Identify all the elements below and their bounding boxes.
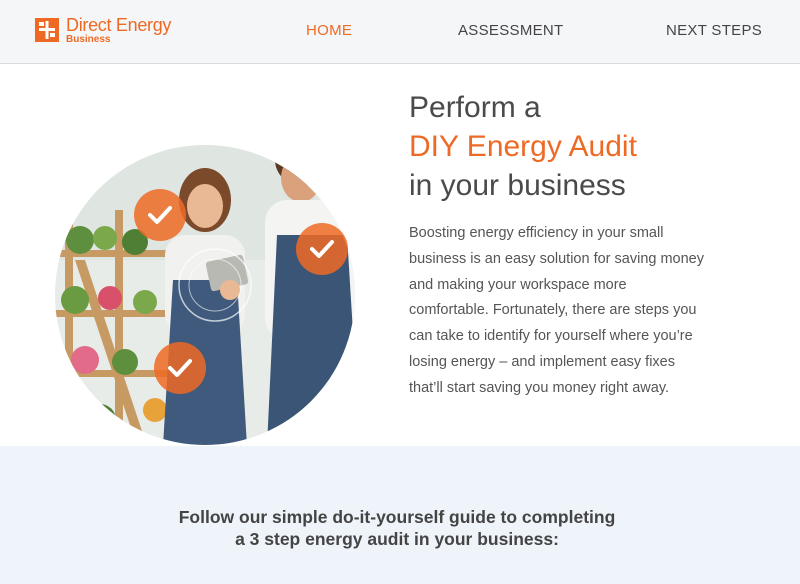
guide-heading: Follow our simple do-it-yourself guide t…: [0, 506, 794, 550]
hero-title-line3: in your business: [409, 169, 626, 202]
direct-energy-logo-icon: [35, 18, 59, 42]
logo[interactable]: Direct Energy Business: [35, 16, 171, 46]
site-header: Direct Energy Business HOME ASSESSMENT N…: [0, 0, 800, 64]
guide-heading-line2: a 3 step energy audit in your business:: [235, 529, 559, 549]
logo-subtitle: Business: [66, 34, 111, 45]
logo-name: Direct Energy: [66, 15, 172, 35]
nav-home[interactable]: HOME: [306, 22, 352, 39]
guide-heading-line1: Follow our simple do-it-yourself guide t…: [178, 507, 616, 527]
nav-next-steps[interactable]: NEXT STEPS: [666, 22, 762, 39]
hero-title-accent: DIY Energy Audit: [409, 130, 637, 163]
hero-title: Perform a DIY Energy Audit in your busin…: [409, 88, 637, 205]
nav-assessment[interactable]: ASSESSMENT: [458, 22, 564, 39]
check-badge-icon: [153, 341, 207, 395]
hero-description: Boosting energy efficiency in your small…: [409, 225, 704, 396]
hero-title-line1: Perform a: [409, 91, 541, 124]
check-badge-icon: [295, 222, 349, 276]
check-badge-icon: [133, 188, 187, 242]
hero-photo: [55, 140, 385, 446]
